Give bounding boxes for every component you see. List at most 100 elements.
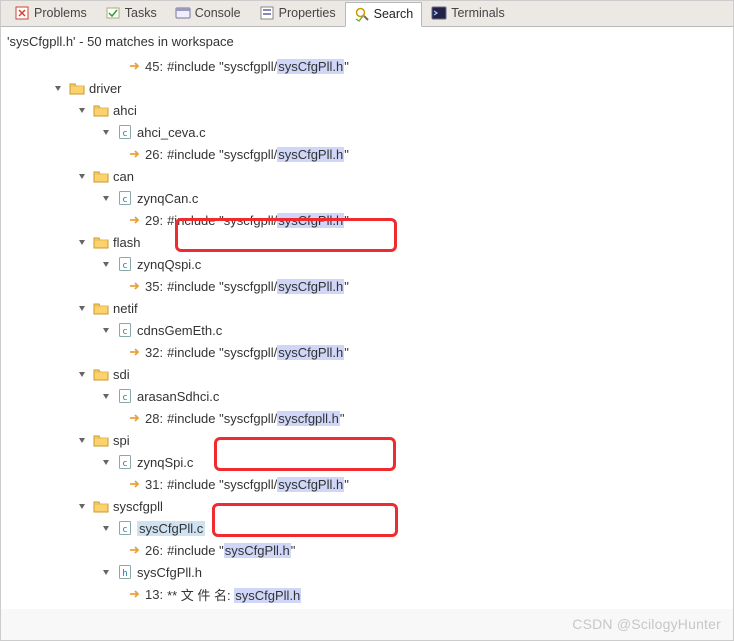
tab-search[interactable]: Search bbox=[345, 2, 423, 27]
arrow-icon bbox=[127, 212, 143, 228]
watermark: CSDN @ScilogyHunter bbox=[572, 616, 721, 632]
file-label: zynqSpi.c bbox=[137, 455, 193, 470]
expand-toggle[interactable] bbox=[99, 565, 113, 579]
tab-properties[interactable]: Properties bbox=[250, 1, 345, 26]
folder-icon bbox=[93, 300, 109, 316]
match-text: #include "syscfgpll/sysCfgPll.h" bbox=[167, 345, 349, 360]
search-match[interactable]: 32: #include "syscfgpll/sysCfgPll.h" bbox=[7, 341, 727, 363]
file-label: arasanSdhci.c bbox=[137, 389, 219, 404]
expand-toggle[interactable] bbox=[75, 301, 89, 315]
search-icon bbox=[354, 6, 370, 22]
line-number: 45: bbox=[145, 59, 163, 74]
tree-folder-flash[interactable]: flash bbox=[7, 231, 727, 253]
c-file-icon bbox=[117, 520, 133, 536]
folder-label: ahci bbox=[113, 103, 137, 118]
folder-label: spi bbox=[113, 433, 130, 448]
tree-file[interactable]: arasanSdhci.c bbox=[7, 385, 727, 407]
tree-file[interactable]: sysCfgPll.h bbox=[7, 561, 727, 583]
expand-toggle[interactable] bbox=[75, 499, 89, 513]
c-file-icon bbox=[117, 454, 133, 470]
search-summary: 'sysCfgpll.h' - 50 matches in workspace bbox=[7, 31, 727, 55]
search-match[interactable]: 28: #include "syscfgpll/syscfgpll.h" bbox=[7, 407, 727, 429]
folder-icon bbox=[93, 168, 109, 184]
tab-label: Terminals bbox=[451, 6, 505, 20]
folder-icon bbox=[69, 80, 85, 96]
tree-file[interactable]: ahci_ceva.c bbox=[7, 121, 727, 143]
search-match[interactable]: 31: #include "syscfgpll/sysCfgPll.h" bbox=[7, 473, 727, 495]
c-file-icon bbox=[117, 124, 133, 140]
expand-toggle[interactable] bbox=[51, 81, 65, 95]
tree-folder-sdi[interactable]: sdi bbox=[7, 363, 727, 385]
problems-icon bbox=[14, 5, 30, 21]
expand-toggle[interactable] bbox=[99, 191, 113, 205]
search-results-tree: 45: #include "syscfgpll/sysCfgPll.h" dri… bbox=[7, 55, 727, 605]
tab-terminals[interactable]: Terminals bbox=[422, 1, 514, 26]
expand-toggle[interactable] bbox=[99, 125, 113, 139]
tree-folder-netif[interactable]: netif bbox=[7, 297, 727, 319]
tree-folder-syscfgpll[interactable]: syscfgpll bbox=[7, 495, 727, 517]
tree-folder-ahci[interactable]: ahci bbox=[7, 99, 727, 121]
tree-folder-can[interactable]: can bbox=[7, 165, 727, 187]
arrow-icon bbox=[127, 586, 143, 602]
search-match[interactable]: 35: #include "syscfgpll/sysCfgPll.h" bbox=[7, 275, 727, 297]
folder-label: driver bbox=[89, 81, 122, 96]
search-match[interactable]: 29: #include "syscfgpll/sysCfgPll.h" bbox=[7, 209, 727, 231]
file-label: zynqQspi.c bbox=[137, 257, 201, 272]
tree-file[interactable]: zynqCan.c bbox=[7, 187, 727, 209]
line-number: 31: bbox=[145, 477, 163, 492]
arrow-icon bbox=[127, 542, 143, 558]
tab-label: Search bbox=[374, 7, 414, 21]
match-text: #include "syscfgpll/syscfgpll.h" bbox=[167, 411, 344, 426]
expand-toggle[interactable] bbox=[75, 235, 89, 249]
tree-file[interactable]: sysCfgPll.c bbox=[7, 517, 727, 539]
expand-toggle[interactable] bbox=[75, 103, 89, 117]
folder-icon bbox=[93, 102, 109, 118]
search-match[interactable]: 26: #include "syscfgpll/sysCfgPll.h" bbox=[7, 143, 727, 165]
expand-toggle[interactable] bbox=[75, 169, 89, 183]
line-number: 28: bbox=[145, 411, 163, 426]
match-text: #include "syscfgpll/sysCfgPll.h" bbox=[167, 213, 349, 228]
tree-file[interactable]: zynqSpi.c bbox=[7, 451, 727, 473]
tree-folder-driver[interactable]: driver bbox=[7, 77, 727, 99]
folder-icon bbox=[93, 498, 109, 514]
arrow-icon bbox=[127, 344, 143, 360]
file-label: sysCfgPll.h bbox=[137, 565, 202, 580]
expand-toggle[interactable] bbox=[99, 389, 113, 403]
folder-label: sdi bbox=[113, 367, 130, 382]
tree-file[interactable]: cdnsGemEth.c bbox=[7, 319, 727, 341]
match-text: #include "sysCfgPll.h" bbox=[167, 543, 295, 558]
c-file-icon bbox=[117, 388, 133, 404]
line-number: 26: bbox=[145, 543, 163, 558]
tab-console[interactable]: Console bbox=[166, 1, 250, 26]
terminals-icon bbox=[431, 5, 447, 21]
tab-label: Properties bbox=[279, 6, 336, 20]
arrow-icon bbox=[127, 476, 143, 492]
c-file-icon bbox=[117, 256, 133, 272]
file-label: cdnsGemEth.c bbox=[137, 323, 222, 338]
search-match[interactable]: 45: #include "syscfgpll/sysCfgPll.h" bbox=[7, 55, 727, 77]
arrow-icon bbox=[127, 146, 143, 162]
expand-toggle[interactable] bbox=[75, 367, 89, 381]
expand-toggle[interactable] bbox=[99, 521, 113, 535]
line-number: 32: bbox=[145, 345, 163, 360]
search-match[interactable]: 26: #include "sysCfgPll.h" bbox=[7, 539, 727, 561]
tree-file[interactable]: zynqQspi.c bbox=[7, 253, 727, 275]
folder-icon bbox=[93, 234, 109, 250]
expand-toggle[interactable] bbox=[75, 433, 89, 447]
tree-folder-spi[interactable]: spi bbox=[7, 429, 727, 451]
expand-toggle[interactable] bbox=[99, 455, 113, 469]
tab-tasks[interactable]: Tasks bbox=[96, 1, 166, 26]
folder-icon bbox=[93, 432, 109, 448]
line-number: 26: bbox=[145, 147, 163, 162]
line-number: 29: bbox=[145, 213, 163, 228]
expand-toggle[interactable] bbox=[99, 323, 113, 337]
arrow-icon bbox=[127, 58, 143, 74]
h-file-icon bbox=[117, 564, 133, 580]
expand-toggle[interactable] bbox=[99, 257, 113, 271]
match-text: ** 文 件 名: sysCfgPll.h bbox=[167, 585, 301, 604]
line-number: 35: bbox=[145, 279, 163, 294]
file-label: sysCfgPll.c bbox=[137, 521, 205, 536]
properties-icon bbox=[259, 5, 275, 21]
tab-problems[interactable]: Problems bbox=[5, 1, 96, 26]
search-match[interactable]: 13: ** 文 件 名: sysCfgPll.h bbox=[7, 583, 727, 605]
